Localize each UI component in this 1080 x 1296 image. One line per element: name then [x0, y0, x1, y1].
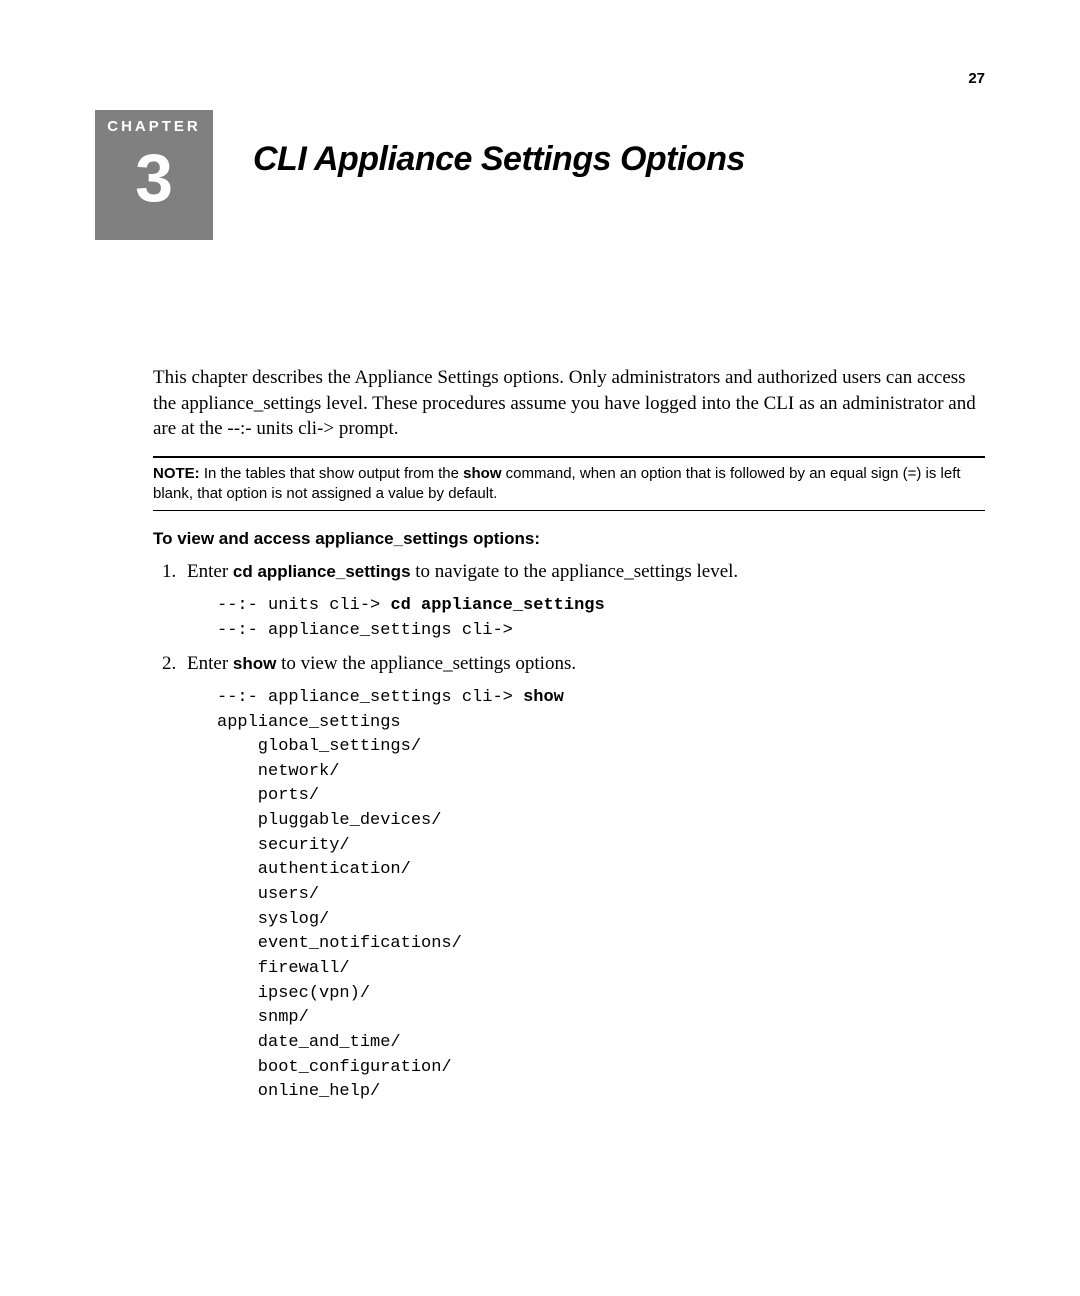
- code-block: --:- units cli-> cd appliance_settings -…: [217, 594, 985, 643]
- content: This chapter describes the Appliance Set…: [153, 365, 985, 1105]
- note-text-before: In the tables that show output from the: [200, 465, 464, 482]
- step-item: Enter cd appliance_settings to navigate …: [181, 559, 985, 643]
- code-line: --:- appliance_settings cli->: [217, 621, 513, 640]
- step-text: Enter cd appliance_settings to navigate …: [187, 561, 738, 582]
- step-command: show: [233, 654, 276, 673]
- step-item: Enter show to view the appliance_setting…: [181, 651, 985, 1104]
- section-heading: To view and access appliance_settings op…: [153, 529, 985, 549]
- code-command: show: [523, 688, 564, 707]
- chapter-number: 3: [95, 141, 213, 216]
- step-after: to navigate to the appliance_settings le…: [411, 561, 739, 582]
- chapter-title: CLI Appliance Settings Options: [253, 140, 745, 179]
- step-before: Enter: [187, 653, 233, 674]
- code-prompt: --:- units cli->: [217, 596, 390, 615]
- step-after: to view the appliance_settings options.: [276, 653, 576, 674]
- chapter-box: CHAPTER 3: [95, 110, 213, 240]
- chapter-label: CHAPTER: [95, 118, 213, 135]
- code-prompt: --:- appliance_settings cli->: [217, 688, 523, 707]
- page-number: 27: [968, 70, 985, 87]
- code-block: --:- appliance_settings cli-> show appli…: [217, 686, 985, 1105]
- note-show-word: show: [463, 465, 501, 482]
- code-body: appliance_settings global_settings/ netw…: [217, 713, 462, 1102]
- code-command: cd appliance_settings: [390, 596, 604, 615]
- step-command: cd appliance_settings: [233, 562, 411, 581]
- chapter-header: CHAPTER 3 CLI Appliance Settings Options: [95, 110, 985, 240]
- note-label: NOTE:: [153, 465, 200, 482]
- intro-paragraph: This chapter describes the Appliance Set…: [153, 365, 985, 442]
- steps-list: Enter cd appliance_settings to navigate …: [153, 559, 985, 1104]
- note-box: NOTE: In the tables that show output fro…: [153, 456, 985, 512]
- step-text: Enter show to view the appliance_setting…: [187, 653, 576, 674]
- step-before: Enter: [187, 561, 233, 582]
- page: 27 CHAPTER 3 CLI Appliance Settings Opti…: [0, 0, 1080, 1173]
